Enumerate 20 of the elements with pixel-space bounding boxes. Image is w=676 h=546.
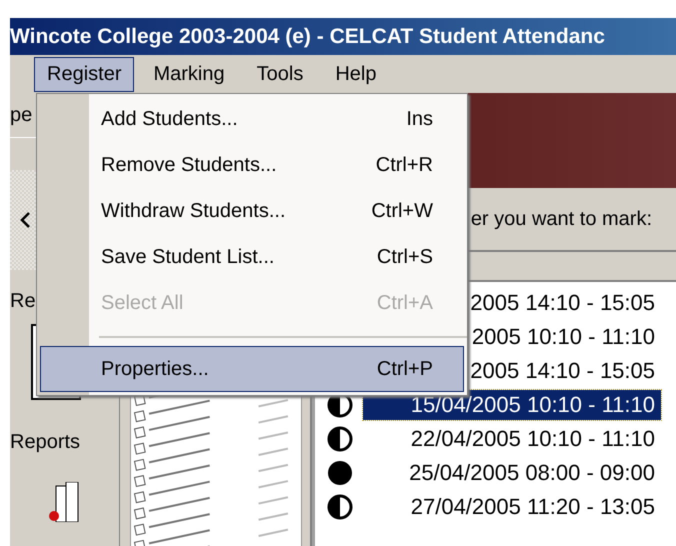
menu-title[interactable]: Marking bbox=[140, 56, 238, 92]
session-item[interactable]: 22/04/2005 10:10 - 11:10 bbox=[363, 424, 661, 454]
menu-title[interactable]: Register bbox=[34, 56, 134, 92]
menu-item[interactable]: Properties... Ctrl+P bbox=[40, 346, 464, 392]
menu-item[interactable]: Remove Students... Ctrl+R bbox=[40, 142, 464, 188]
menu-item[interactable]: Withdraw Students... Ctrl+W bbox=[40, 188, 464, 234]
half-circle-icon bbox=[327, 494, 353, 520]
menu-title[interactable]: Help bbox=[322, 56, 390, 92]
filled-circle-icon bbox=[327, 460, 353, 486]
half-circle-icon bbox=[327, 426, 353, 452]
reports-label[interactable]: Reports bbox=[10, 431, 119, 454]
window-title: Wincote College 2003-2004 (e) - CELCAT Student Attendanc bbox=[10, 24, 605, 48]
session-item[interactable]: 15/04/2005 10:10 - 11:10 bbox=[363, 390, 661, 420]
session-item[interactable]: 27/04/2005 11:20 - 13:05 bbox=[363, 492, 661, 522]
menu-item[interactable]: Add Students... Ins bbox=[40, 96, 464, 142]
menu-item[interactable]: Save Student List... Ctrl+S bbox=[40, 234, 464, 280]
menu-title[interactable]: Tools bbox=[244, 56, 316, 92]
toolbar-label[interactable]: pe bbox=[10, 104, 32, 126]
prompt-text: er you want to mark: bbox=[470, 208, 652, 230]
session-item[interactable]: 25/04/2005 08:00 - 09:00 bbox=[363, 458, 661, 488]
